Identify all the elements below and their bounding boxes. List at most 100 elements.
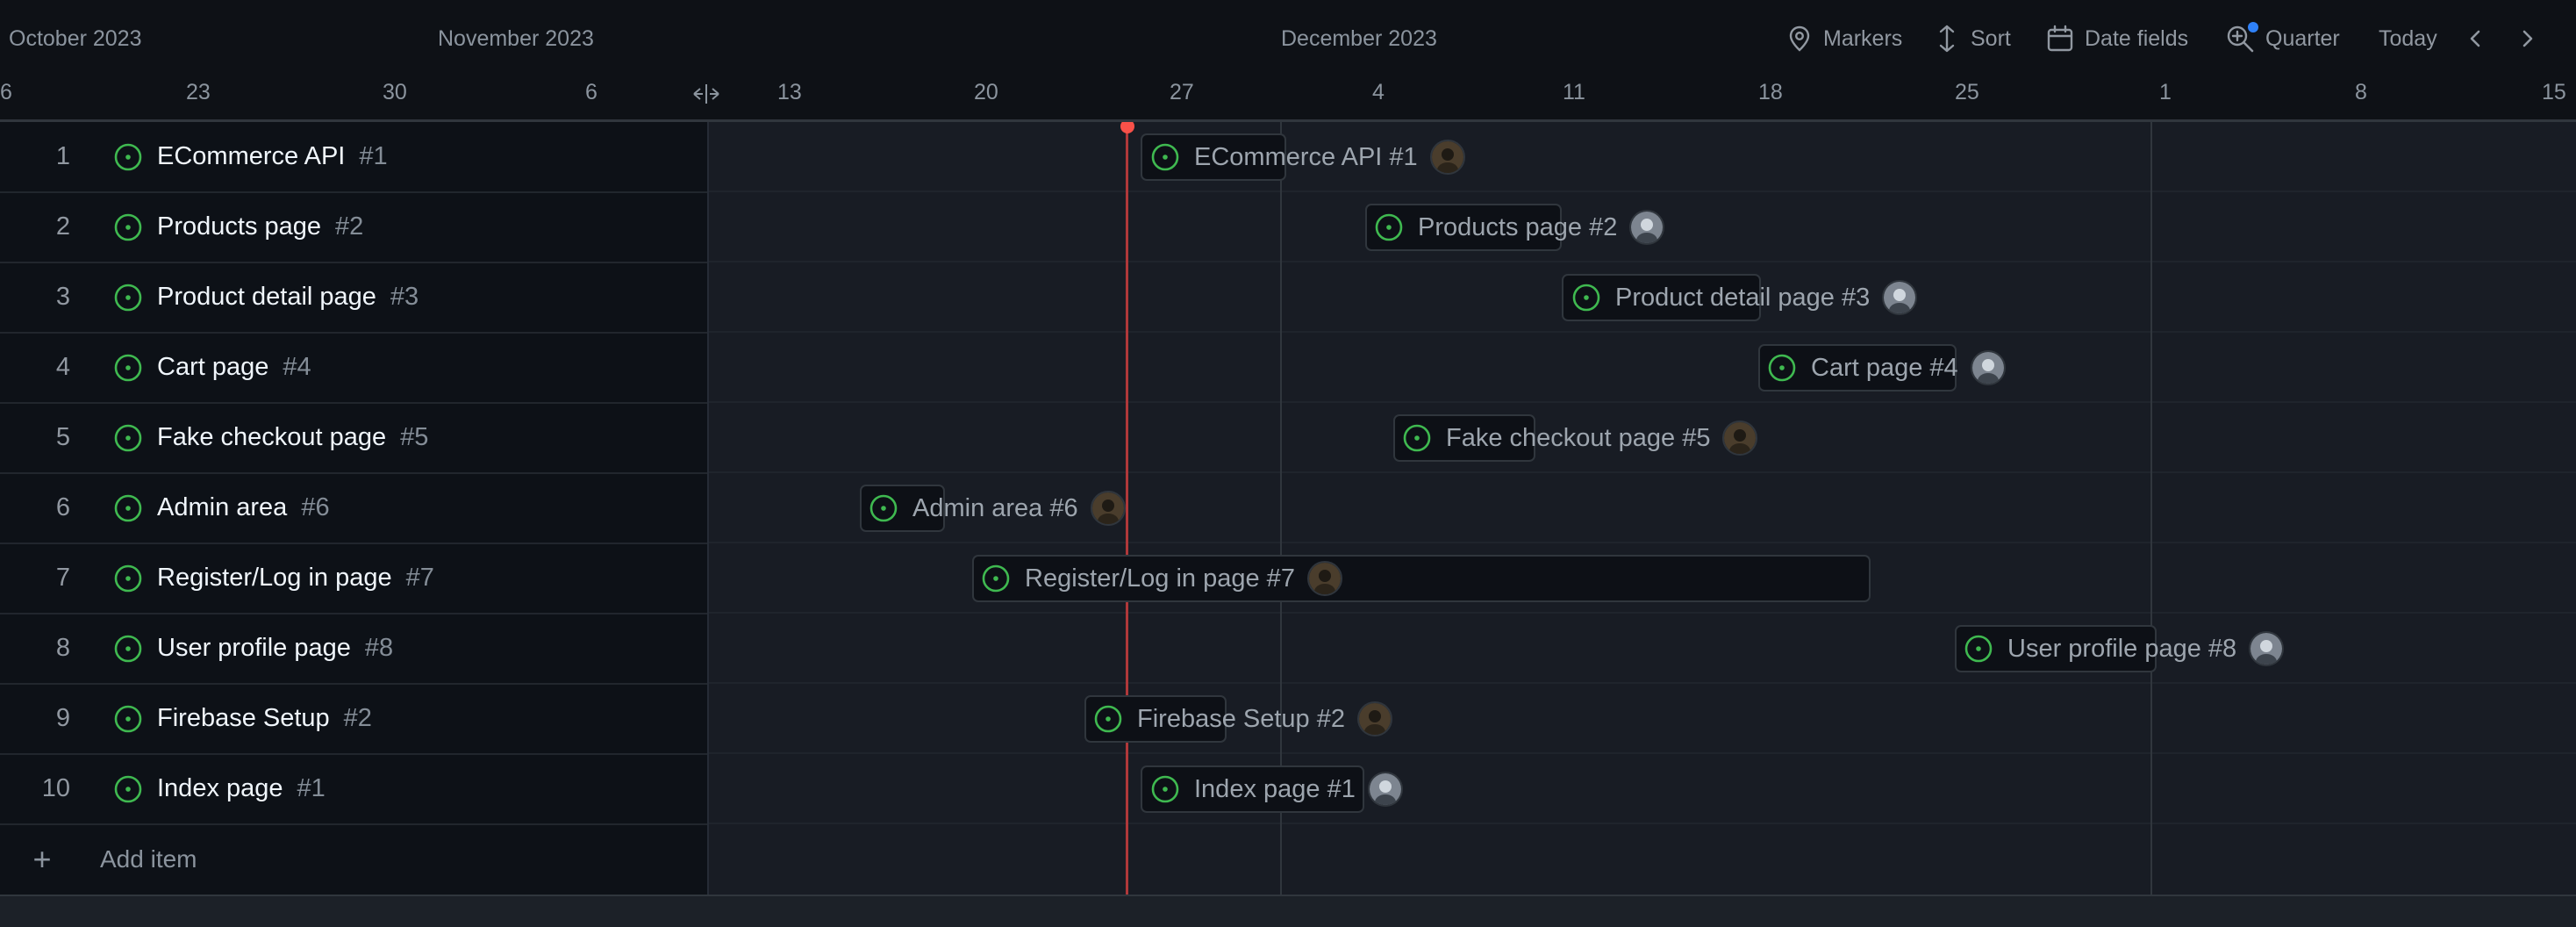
avatar[interactable] bbox=[1306, 561, 1342, 596]
item-number: #2 bbox=[335, 212, 364, 241]
table-row[interactable]: 6 Admin area #6 bbox=[0, 473, 707, 544]
quarter-label: Quarter bbox=[2265, 25, 2340, 51]
row-divider bbox=[709, 752, 2576, 754]
status-icon-wrap bbox=[1402, 423, 1432, 453]
date-tick: 15 bbox=[2542, 80, 2566, 104]
status-icon-wrap bbox=[113, 704, 143, 734]
table-row[interactable]: 9 Firebase Setup #2 bbox=[0, 684, 707, 755]
table-row[interactable]: 1 ECommerce API #1 bbox=[0, 122, 707, 193]
avatar[interactable] bbox=[1629, 210, 1665, 245]
item-number: #1 bbox=[297, 774, 326, 802]
table-row[interactable]: 2 Products page #2 bbox=[0, 192, 707, 263]
today-label: Today bbox=[2379, 25, 2437, 51]
issue-opened-icon bbox=[114, 494, 142, 521]
timeline-bar-label[interactable]: Firebase Setup #2 bbox=[1093, 695, 1392, 743]
table-row[interactable]: 8 User profile page #8 bbox=[0, 614, 707, 685]
today-button[interactable]: Today bbox=[2379, 21, 2437, 56]
timeline-bar-label[interactable]: Admin area #6 bbox=[869, 485, 1126, 532]
status-icon-wrap bbox=[1964, 634, 1993, 664]
issue-opened-icon bbox=[114, 143, 142, 170]
row-divider bbox=[709, 331, 2576, 333]
column-resize-handle[interactable] bbox=[691, 83, 721, 110]
date-tick: 18 bbox=[1758, 80, 1783, 104]
timeline-bar-label[interactable]: Fake checkout page #5 bbox=[1402, 414, 1758, 462]
date-fields-label: Date fields bbox=[2085, 25, 2189, 51]
bar-title: Index page #1 bbox=[1194, 774, 1356, 803]
item-title-link[interactable]: Firebase Setup bbox=[157, 704, 330, 733]
timeline-bar-label[interactable]: ECommerce API #1 bbox=[1150, 133, 1465, 181]
item-number: #7 bbox=[405, 564, 434, 592]
status-icon-wrap bbox=[113, 634, 143, 664]
sort-label: Sort bbox=[1971, 25, 2011, 51]
avatar[interactable] bbox=[2249, 631, 2285, 666]
notification-dot bbox=[2248, 22, 2258, 32]
resize-icon bbox=[693, 84, 719, 104]
sort-arrows-icon bbox=[1939, 25, 1955, 53]
issue-opened-icon bbox=[1375, 213, 1403, 241]
item-title-link[interactable]: Index page bbox=[157, 774, 283, 803]
timeline-bar-label[interactable]: Products page #2 bbox=[1374, 204, 1665, 251]
row-number: 4 bbox=[55, 353, 70, 381]
avatar[interactable] bbox=[1882, 280, 1918, 315]
timeline-bar-label[interactable]: Register/Log in page #7 bbox=[981, 555, 1342, 602]
avatar[interactable] bbox=[1090, 491, 1126, 526]
bar-title: Fake checkout page #5 bbox=[1446, 423, 1711, 452]
item-title-link[interactable]: User profile page bbox=[157, 634, 351, 663]
avatar[interactable] bbox=[1429, 140, 1465, 175]
footer-bar bbox=[0, 895, 2576, 927]
zoom-quarter-button[interactable]: Quarter bbox=[2225, 21, 2340, 56]
item-title-link[interactable]: Cart page bbox=[157, 353, 268, 382]
sort-button[interactable]: Sort bbox=[1934, 21, 2011, 56]
issue-opened-icon bbox=[114, 705, 142, 732]
issue-opened-icon bbox=[1094, 705, 1122, 733]
issue-opened-icon bbox=[114, 424, 142, 451]
prev-period-button[interactable] bbox=[2465, 21, 2485, 56]
bar-title: Firebase Setup #2 bbox=[1137, 704, 1345, 733]
table-row[interactable]: 10 Index page #1 bbox=[0, 754, 707, 825]
avatar[interactable] bbox=[1970, 350, 2006, 385]
status-icon-wrap bbox=[113, 142, 143, 172]
row-number: 6 bbox=[55, 493, 70, 521]
table-row[interactable]: 3 Product detail page #3 bbox=[0, 262, 707, 334]
timeline-bar-label[interactable]: User profile page #8 bbox=[1964, 625, 2285, 672]
avatar[interactable] bbox=[1722, 420, 1758, 456]
table-row[interactable]: 5 Fake checkout page #5 bbox=[0, 403, 707, 474]
bar-title: Product detail page #3 bbox=[1615, 283, 1871, 312]
month-label: October 2023 bbox=[9, 26, 142, 51]
chevron-right-icon bbox=[2522, 30, 2533, 47]
month-label: November 2023 bbox=[438, 26, 594, 51]
timeline-bar-label[interactable]: Cart page #4 bbox=[1767, 344, 2006, 392]
add-item-button[interactable]: + Add item bbox=[0, 824, 707, 895]
item-title-link[interactable]: Fake checkout page bbox=[157, 423, 386, 452]
timeline-bar-label[interactable]: Index page #1 bbox=[1150, 765, 1403, 813]
status-icon-wrap bbox=[113, 564, 143, 593]
item-number: #2 bbox=[343, 704, 372, 732]
item-number: #5 bbox=[400, 423, 429, 451]
issue-opened-icon bbox=[114, 284, 142, 311]
item-title-link[interactable]: Admin area bbox=[157, 493, 287, 522]
bar-title: Register/Log in page #7 bbox=[1025, 564, 1295, 593]
location-pin-icon bbox=[1789, 25, 1810, 52]
status-icon-wrap bbox=[113, 353, 143, 383]
row-number: 9 bbox=[55, 704, 70, 732]
item-title-link[interactable]: ECommerce API bbox=[157, 142, 345, 171]
item-title-link[interactable]: Register/Log in page bbox=[157, 564, 392, 593]
issue-opened-icon bbox=[982, 564, 1010, 593]
avatar[interactable] bbox=[1356, 701, 1392, 737]
markers-button[interactable]: Markers bbox=[1786, 21, 1902, 56]
row-number: 3 bbox=[55, 283, 70, 311]
status-icon-wrap bbox=[113, 774, 143, 804]
date-tick: 27 bbox=[1170, 80, 1194, 104]
issue-opened-icon bbox=[114, 354, 142, 381]
avatar[interactable] bbox=[1367, 772, 1403, 807]
table-row[interactable]: 4 Cart page #4 bbox=[0, 333, 707, 404]
date-tick: 23 bbox=[186, 80, 211, 104]
issue-opened-icon bbox=[114, 213, 142, 241]
timeline-bar-label[interactable]: Product detail page #3 bbox=[1571, 274, 1918, 321]
item-title-link[interactable]: Product detail page bbox=[157, 283, 376, 312]
item-title-link[interactable]: Products page bbox=[157, 212, 321, 241]
next-period-button[interactable] bbox=[2518, 21, 2537, 56]
date-fields-button[interactable]: Date fields bbox=[2046, 21, 2188, 56]
date-tick: 20 bbox=[974, 80, 998, 104]
table-row[interactable]: 7 Register/Log in page #7 bbox=[0, 543, 707, 614]
